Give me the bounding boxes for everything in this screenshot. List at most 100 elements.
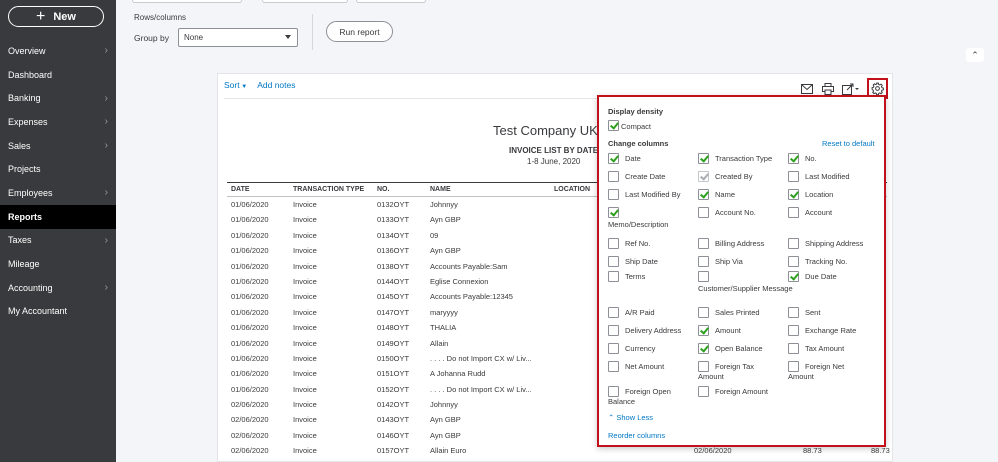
table-cell: Allain Euro bbox=[430, 446, 467, 456]
table-cell: Allain bbox=[430, 338, 449, 348]
chevron-up-icon: ⌃ bbox=[971, 49, 979, 60]
sidebar-item-reports[interactable]: Reports bbox=[0, 204, 116, 229]
sidebar-item-expenses[interactable]: Expenses › bbox=[0, 110, 116, 134]
group-by-label: Group by bbox=[134, 33, 169, 43]
column-checkbox[interactable] bbox=[698, 386, 709, 397]
table-cell: 01/06/2020 bbox=[231, 230, 269, 240]
table-cell: 01/06/2020 bbox=[231, 369, 269, 379]
sidebar-item-banking[interactable]: Banking › bbox=[0, 86, 116, 110]
reorder-columns-link[interactable]: Reorder columns bbox=[608, 431, 665, 440]
table-cell: 0138OYT bbox=[377, 261, 410, 271]
sidebar-item-projects[interactable]: Projects bbox=[0, 157, 116, 181]
sidebar-item-sales[interactable]: Sales › bbox=[0, 134, 116, 158]
column-option-label: Tax Amount bbox=[805, 344, 845, 353]
column-checkbox[interactable] bbox=[608, 307, 619, 318]
column-checkbox[interactable] bbox=[698, 271, 709, 282]
column-checkbox[interactable] bbox=[788, 153, 799, 164]
table-cell: Invoice bbox=[293, 261, 317, 271]
chevron-right-icon: › bbox=[104, 45, 108, 57]
column-checkbox[interactable] bbox=[608, 238, 619, 249]
filter-field-stub[interactable] bbox=[262, 0, 348, 3]
column-checkbox[interactable] bbox=[608, 256, 619, 267]
column-header[interactable]: DATE bbox=[231, 186, 250, 193]
sidebar-item-label: Sales bbox=[8, 140, 31, 151]
column-option-label: Billing Address bbox=[715, 239, 765, 248]
chevron-right-icon: › bbox=[104, 92, 108, 104]
new-button[interactable]: + New bbox=[8, 6, 104, 27]
show-less-label: Show Less bbox=[616, 413, 654, 422]
table-cell: Invoice bbox=[293, 307, 317, 317]
table-cell: Accounts Payable:12345 bbox=[430, 292, 513, 302]
column-option-label: Foreign Open Balance bbox=[608, 387, 671, 406]
reset-to-default-link[interactable]: Reset to default bbox=[822, 139, 875, 148]
table-cell: Johnnyy bbox=[430, 400, 458, 410]
column-checkbox[interactable] bbox=[788, 238, 799, 249]
column-checkbox[interactable] bbox=[608, 171, 619, 182]
column-checkbox[interactable] bbox=[788, 256, 799, 267]
column-checkbox[interactable] bbox=[608, 153, 619, 164]
show-less-link[interactable]: ⌃ Show Less bbox=[608, 413, 653, 422]
column-header[interactable]: TRANSACTION TYPE bbox=[293, 186, 364, 193]
table-cell: Ayn GBP bbox=[430, 246, 461, 256]
sort-link[interactable]: Sort ▼ bbox=[224, 80, 247, 90]
filter-field-stub[interactable] bbox=[132, 0, 242, 3]
run-report-button[interactable]: Run report bbox=[326, 21, 393, 42]
filter-field-stub[interactable] bbox=[356, 0, 426, 3]
column-header[interactable]: NAME bbox=[430, 186, 451, 193]
sidebar-item-dashboard[interactable]: Dashboard bbox=[0, 63, 116, 87]
collapse-filters-button[interactable]: ⌃ bbox=[966, 48, 984, 62]
sidebar-item-overview[interactable]: Overview › bbox=[0, 39, 116, 63]
table-cell: 01/06/2020 bbox=[231, 323, 269, 333]
column-checkbox[interactable] bbox=[788, 171, 799, 182]
column-checkbox[interactable] bbox=[788, 271, 799, 282]
export-icon[interactable] bbox=[842, 82, 860, 96]
company-name: Test Company UK bbox=[493, 123, 598, 138]
sidebar-item-label: Dashboard bbox=[8, 69, 53, 80]
column-checkbox[interactable] bbox=[698, 343, 709, 354]
column-checkbox[interactable] bbox=[788, 307, 799, 318]
column-checkbox[interactable] bbox=[698, 207, 709, 218]
group-by-select[interactable]: None bbox=[178, 28, 298, 47]
group-by-value: None bbox=[184, 33, 204, 42]
column-checkbox[interactable] bbox=[698, 325, 709, 336]
sidebar-item-label: Banking bbox=[8, 93, 41, 104]
column-checkbox[interactable] bbox=[698, 153, 709, 164]
report-settings-popover: Display density Compact Change columns R… bbox=[597, 95, 886, 447]
compact-checkbox[interactable] bbox=[608, 120, 619, 131]
column-checkbox[interactable] bbox=[698, 256, 709, 267]
column-checkbox[interactable] bbox=[698, 238, 709, 249]
sidebar-item-taxes[interactable]: Taxes › bbox=[0, 229, 116, 253]
column-header[interactable]: NO. bbox=[377, 186, 389, 193]
add-notes-link[interactable]: Add notes bbox=[257, 80, 295, 90]
column-checkbox[interactable] bbox=[608, 343, 619, 354]
sidebar-item-accounting[interactable]: Accounting › bbox=[0, 276, 116, 300]
table-cell: 0151OYT bbox=[377, 369, 410, 379]
table-cell: 0133OYT bbox=[377, 215, 410, 225]
column-checkbox[interactable] bbox=[788, 207, 799, 218]
print-icon[interactable] bbox=[821, 82, 835, 96]
column-checkbox[interactable] bbox=[698, 307, 709, 318]
sidebar-item-label: Taxes bbox=[8, 235, 32, 246]
table-cell: Invoice bbox=[293, 292, 317, 302]
column-checkbox[interactable] bbox=[608, 271, 619, 282]
sidebar-item-mileage[interactable]: Mileage bbox=[0, 252, 116, 276]
sidebar-item-my-accountant[interactable]: My Accountant bbox=[0, 300, 116, 324]
column-checkbox[interactable] bbox=[788, 325, 799, 336]
table-cell: 0152OYT bbox=[377, 384, 410, 394]
email-icon[interactable] bbox=[800, 82, 814, 96]
column-checkbox[interactable] bbox=[608, 189, 619, 200]
column-checkbox[interactable] bbox=[608, 361, 619, 372]
compact-option[interactable]: Compact bbox=[608, 120, 651, 131]
table-cell: 01/06/2020 bbox=[231, 276, 269, 286]
table-cell: 02/06/2020 bbox=[694, 446, 732, 456]
column-checkbox[interactable] bbox=[608, 325, 619, 336]
new-button-label: New bbox=[53, 10, 76, 23]
column-option-label: Sent bbox=[805, 308, 821, 317]
column-option-label: A/R Paid bbox=[625, 308, 655, 317]
column-header[interactable]: LOCATION bbox=[554, 186, 590, 193]
column-checkbox[interactable] bbox=[788, 189, 799, 200]
sidebar-item-employees[interactable]: Employees › bbox=[0, 181, 116, 205]
column-checkbox[interactable] bbox=[608, 207, 619, 218]
column-checkbox[interactable] bbox=[698, 189, 709, 200]
column-checkbox[interactable] bbox=[788, 343, 799, 354]
